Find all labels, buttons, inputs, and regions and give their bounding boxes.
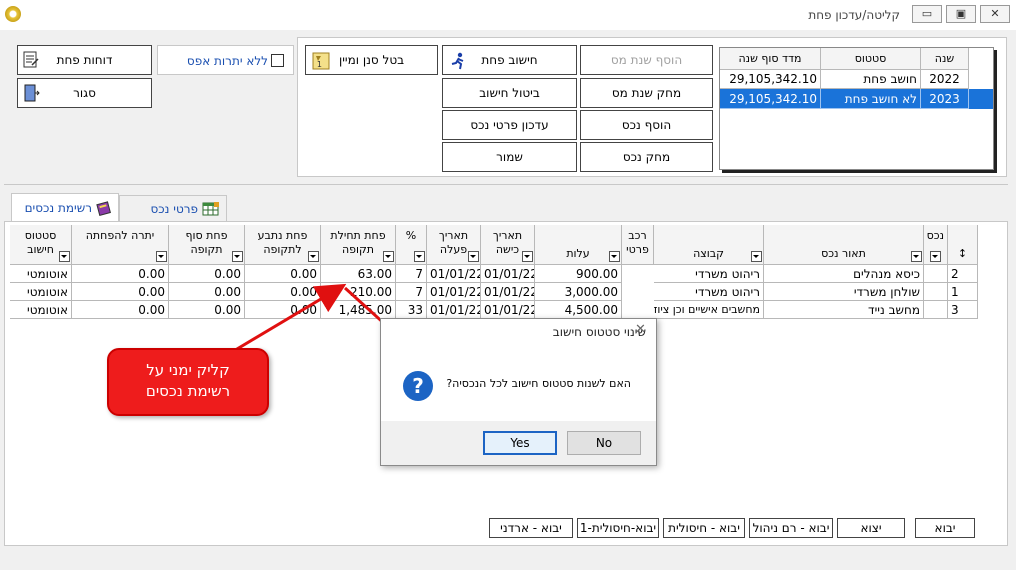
question-icon: ? (403, 371, 433, 401)
arrow-to-assets-table (231, 283, 347, 354)
app-window: קליטה/עדכון פחת ▭ ▣ ✕ דוחות פחת סגור ללא… (0, 0, 1016, 570)
callout-line-1: קליק ימני על (146, 361, 230, 379)
dialog-footer: Yes No (381, 421, 656, 465)
dialog-message: האם לשנות סטטוס חישוב לכל הנכסיה? (446, 377, 631, 390)
annotation-callout: קליק ימני על רשימת נכסים (107, 348, 269, 416)
no-button[interactable]: No (567, 431, 641, 455)
annotation-arrows (231, 283, 513, 441)
dialog-title: שינוי סטטוס חישוב (552, 325, 646, 339)
callout-line-2: רשימת נכסים (145, 382, 231, 400)
yes-button[interactable]: Yes (483, 431, 557, 455)
dialog-close-icon[interactable]: ✕ (635, 322, 646, 337)
confirm-dialog: שינוי סטטוס חישוב ✕ ? האם לשנות סטטוס חי… (380, 318, 657, 466)
